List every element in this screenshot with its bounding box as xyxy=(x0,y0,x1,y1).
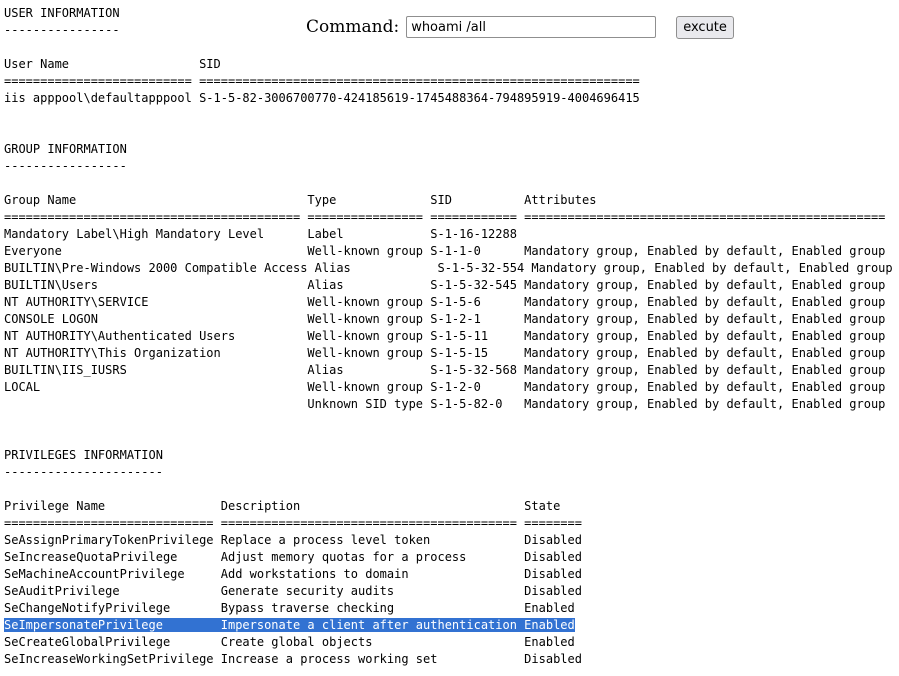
output-line: ---------------- xyxy=(4,23,120,37)
output-line: Everyone Well-known group S-1-1-0 Mandat… xyxy=(4,244,886,258)
output-line: Mandatory Label\High Mandatory Level Lab… xyxy=(4,227,517,241)
output-line: ========================================… xyxy=(4,210,886,224)
output-line: iis apppool\defaultapppool S-1-5-82-3006… xyxy=(4,91,640,105)
command-bar: Command: excute xyxy=(306,14,734,40)
output-line: Unknown SID type S-1-5-82-0 Mandatory gr… xyxy=(4,397,886,411)
output-line: SeCreateGlobalPrivilege Create global ob… xyxy=(4,635,575,649)
output-line: LOCAL Well-known group S-1-2-0 Mandatory… xyxy=(4,380,886,394)
output-line: CONSOLE LOGON Well-known group S-1-2-1 M… xyxy=(4,312,886,326)
output-line: BUILTIN\IIS_IUSRS Alias S-1-5-32-568 Man… xyxy=(4,363,886,377)
command-output: USER INFORMATION ---------------- User N… xyxy=(4,5,893,668)
output-line: Privilege Name Description State xyxy=(4,499,561,513)
output-line: ========================== =============… xyxy=(4,74,640,88)
output-line: BUILTIN\Users Alias S-1-5-32-545 Mandato… xyxy=(4,278,886,292)
output-line: SeIncreaseQuotaPrivilege Adjust memory q… xyxy=(4,550,582,564)
output-line-selected: SeImpersonatePrivilege Impersonate a cli… xyxy=(4,618,575,632)
output-line: ---------------------- xyxy=(4,465,163,479)
output-line: BUILTIN\Pre-Windows 2000 Compatible Acce… xyxy=(4,261,893,275)
output-line: PRIVILEGES INFORMATION xyxy=(4,448,163,462)
output-line: NT AUTHORITY\This Organization Well-know… xyxy=(4,346,886,360)
command-input[interactable] xyxy=(406,16,657,38)
output-line: User Name SID xyxy=(4,57,221,71)
output-line: NT AUTHORITY\SERVICE Well-known group S-… xyxy=(4,295,886,309)
output-line: Group Name Type SID Attributes xyxy=(4,193,597,207)
output-line: SeChangeNotifyPrivilege Bypass traverse … xyxy=(4,601,575,615)
output-line: USER INFORMATION xyxy=(4,6,120,20)
output-line: NT AUTHORITY\Authenticated Users Well-kn… xyxy=(4,329,886,343)
execute-button[interactable]: excute xyxy=(676,15,734,39)
output-line: SeAssignPrimaryTokenPrivilege Replace a … xyxy=(4,533,582,547)
output-line: ============================= ==========… xyxy=(4,516,582,530)
output-line: SeAuditPrivilege Generate security audit… xyxy=(4,584,582,598)
output-line: SeMachineAccountPrivilege Add workstatio… xyxy=(4,567,582,581)
output-line: GROUP INFORMATION xyxy=(4,142,127,156)
output-line: ----------------- xyxy=(4,159,127,173)
output-line: SeIncreaseWorkingSetPrivilege Increase a… xyxy=(4,652,582,666)
command-label: Command: xyxy=(306,17,400,37)
